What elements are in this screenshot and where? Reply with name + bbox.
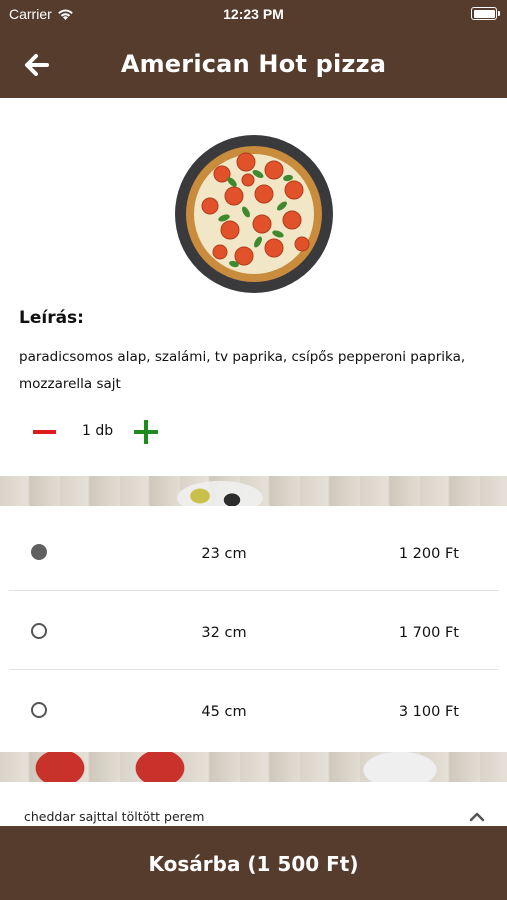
extra-option-row[interactable]: cheddar sajttal töltött perem	[0, 784, 507, 826]
pizza-image	[174, 134, 334, 294]
size-price: 3 100 Ft	[398, 704, 459, 720]
battery-icon	[471, 7, 500, 20]
size-option-45cm[interactable]: 45 cm 3 100 Ft	[9, 670, 499, 749]
navigation-bar: American Hot pizza	[0, 30, 507, 98]
size-label: 32 cm	[201, 625, 247, 641]
page-title: American Hot pizza	[120, 50, 387, 78]
radio-unselected-icon[interactable]	[31, 702, 47, 718]
add-to-cart-button[interactable]: Kosárba (1 500 Ft)	[0, 826, 507, 900]
extra-option-label: cheddar sajttal töltött perem	[24, 809, 205, 824]
size-label: 45 cm	[201, 704, 247, 720]
status-bar: Carrier 12:23 PM	[0, 0, 507, 30]
size-price: 1 200 Ft	[398, 546, 459, 562]
minus-icon[interactable]	[30, 418, 58, 446]
description-heading: Leírás:	[19, 308, 84, 328]
quantity-stepper: 1 db	[30, 418, 170, 446]
plus-icon[interactable]	[132, 418, 160, 446]
radio-selected-icon[interactable]	[31, 544, 47, 560]
size-label: 23 cm	[201, 546, 247, 562]
radio-unselected-icon[interactable]	[31, 623, 47, 639]
chevron-up-icon[interactable]	[469, 811, 485, 823]
size-options-list: 23 cm 1 200 Ft 32 cm 1 700 Ft 45 cm 3 10…	[0, 506, 507, 752]
size-option-32cm[interactable]: 32 cm 1 700 Ft	[9, 591, 499, 670]
quantity-value: 1 db	[82, 423, 114, 439]
add-to-cart-label: Kosárba (1 500 Ft)	[148, 852, 359, 876]
clock: 12:23 PM	[223, 6, 284, 22]
size-option-23cm[interactable]: 23 cm 1 200 Ft	[9, 512, 499, 591]
size-price: 1 700 Ft	[398, 625, 459, 641]
description-text: paradicsomos alap, szalámi, tv paprika, …	[19, 349, 466, 392]
